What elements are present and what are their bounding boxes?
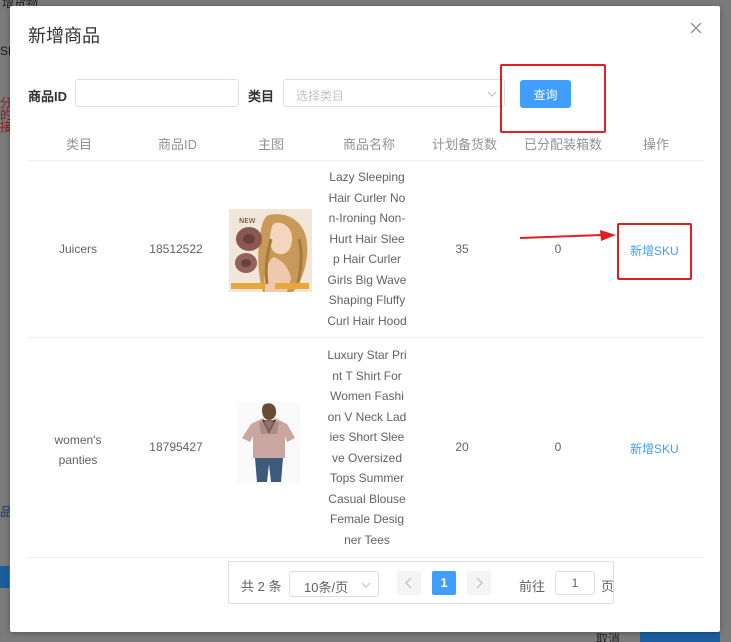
column-header-category: 类目 bbox=[66, 137, 93, 152]
add-sku-link[interactable]: 新增SKU bbox=[630, 440, 679, 457]
category-select[interactable]: 选择类目 bbox=[283, 79, 505, 107]
goto-suffix: 页 bbox=[601, 579, 615, 594]
column-header-main-image: 主图 bbox=[258, 137, 285, 152]
page-size-value: 10条/页 bbox=[304, 580, 349, 595]
bg-cancel-fragment: 取消 bbox=[596, 632, 621, 642]
dialog-title: 新增商品 bbox=[28, 26, 100, 46]
hair-curler-product-image: NEW bbox=[229, 209, 312, 292]
cell-product-id: 18795427 bbox=[149, 440, 203, 454]
row-divider bbox=[28, 557, 704, 558]
chevron-left-icon bbox=[405, 577, 412, 589]
column-header-actions: 操作 bbox=[643, 137, 670, 152]
goto-prefix: 前往 bbox=[519, 579, 546, 594]
category-label: 类目 bbox=[248, 89, 275, 104]
add-product-dialog: 新增商品 商品ID 类目 选择类目 查询 类目 商品ID 主图 商品名称 计划备… bbox=[10, 6, 720, 632]
column-header-product-name: 商品名称 bbox=[343, 137, 396, 152]
svg-text:NEW: NEW bbox=[239, 217, 256, 225]
cell-category: women's panties bbox=[54, 433, 102, 467]
cell-planned-qty: 20 bbox=[455, 440, 469, 454]
cell-allocated-qty: 0 bbox=[554, 242, 562, 256]
cell-allocated-qty: 0 bbox=[554, 440, 562, 454]
chevron-down-icon bbox=[361, 582, 371, 588]
page-number-current[interactable]: 1 bbox=[432, 571, 456, 595]
cell-category: Juicers bbox=[58, 242, 97, 256]
query-button[interactable]: 查询 bbox=[520, 80, 571, 108]
column-header-planned-qty: 计划备货数 bbox=[432, 137, 498, 152]
prev-page-button[interactable] bbox=[397, 571, 421, 595]
column-header-allocated-qty: 已分配装箱数 bbox=[524, 137, 603, 152]
category-select-placeholder: 选择类目 bbox=[296, 89, 345, 103]
cell-product-name: Lazy Sleeping Hair Curler Non-Ironing No… bbox=[327, 170, 407, 328]
chevron-down-icon bbox=[487, 91, 497, 97]
chevron-right-icon bbox=[476, 577, 483, 589]
bg-blue-button bbox=[0, 566, 9, 588]
goto-page-input[interactable] bbox=[555, 571, 595, 595]
tshirt-product-image bbox=[237, 402, 300, 484]
page-size-select[interactable]: 10条/页 bbox=[289, 571, 379, 597]
cell-product-name: Luxury Star Print T Shirt For Women Fash… bbox=[327, 348, 407, 547]
product-id-label: 商品ID bbox=[28, 89, 68, 104]
cell-planned-qty: 35 bbox=[455, 242, 469, 256]
header-divider bbox=[28, 160, 704, 161]
cell-product-id: 18512522 bbox=[149, 242, 203, 256]
annotation-arrow-icon bbox=[520, 230, 616, 241]
product-id-input[interactable] bbox=[75, 79, 239, 107]
row-divider bbox=[28, 337, 704, 338]
pagination: 共 2 条 10条/页 1 前往 页 bbox=[228, 561, 614, 604]
column-header-product-id: 商品ID bbox=[158, 137, 198, 152]
close-icon[interactable] bbox=[688, 20, 704, 36]
pagination-total: 共 2 条 bbox=[241, 579, 282, 594]
next-page-button[interactable] bbox=[467, 571, 491, 595]
add-sku-link[interactable]: 新增SKU bbox=[630, 242, 679, 259]
